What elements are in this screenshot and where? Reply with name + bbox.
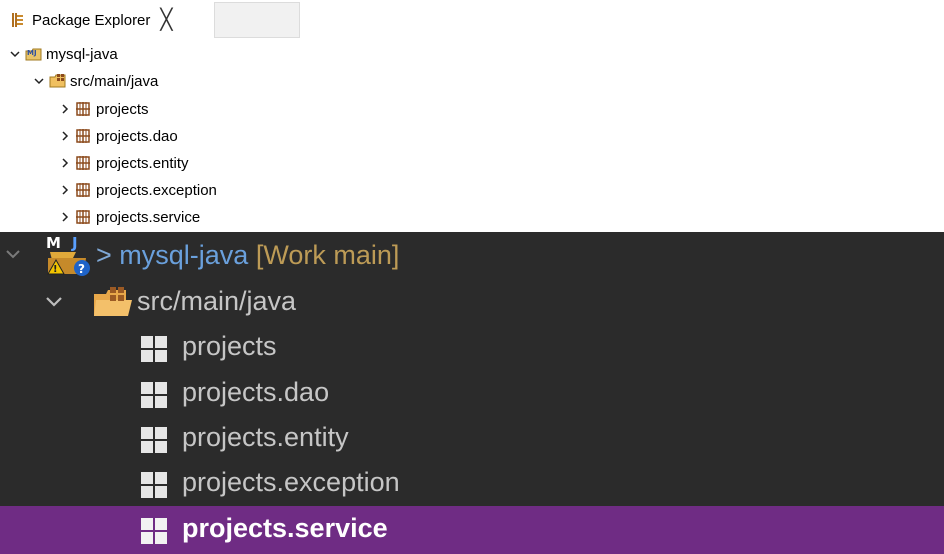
tree-item-package[interactable]: projects — [0, 325, 944, 371]
chevron-right-icon[interactable] — [58, 129, 72, 143]
close-icon[interactable]: ╳ — [160, 10, 172, 30]
tree-item-label: projects — [96, 100, 149, 118]
chevron-right-icon[interactable] — [58, 102, 72, 116]
empty-tab-area — [214, 2, 300, 38]
project-label: mysql-java — [119, 240, 249, 270]
svg-text:!: ! — [53, 264, 58, 275]
java-project-icon: MJ — [25, 46, 42, 62]
package-icon — [75, 209, 91, 225]
tree-item-package[interactable]: projects.dao — [0, 371, 944, 417]
svg-text:MJ: MJ — [27, 49, 37, 57]
chevron-right-icon[interactable] — [58, 183, 72, 197]
tab-label: Package Explorer — [32, 11, 151, 29]
tree-item-package[interactable]: projects.entity — [58, 150, 189, 176]
tree-item-label: projects.dao — [182, 377, 330, 407]
tree-item-package[interactable]: projects — [58, 96, 149, 122]
chevron-down-icon[interactable] — [44, 291, 64, 317]
tree-item-package-selected[interactable]: projects.service — [0, 506, 944, 554]
package-explorer-light: Package Explorer ╳ MJ mysql-java src/mai… — [0, 0, 944, 232]
tree-item-label: projects.entity — [182, 422, 349, 452]
tree-item-package[interactable]: projects.exception — [58, 177, 217, 203]
tab-package-explorer[interactable]: Package Explorer ╳ — [0, 0, 214, 40]
tree-item-source-folder[interactable]: src/main/java — [32, 68, 158, 94]
package-icon — [75, 182, 91, 198]
tree-item-label: projects.service — [96, 208, 201, 226]
tree-item-package[interactable]: projects.service — [58, 204, 200, 230]
tree-item-label: projects.exception — [182, 467, 400, 497]
package-icon — [75, 101, 91, 117]
chevron-down-icon[interactable] — [4, 243, 22, 269]
package-icon — [140, 426, 168, 461]
chevron-right-icon[interactable] — [58, 210, 72, 224]
package-icon — [75, 128, 91, 144]
icon-text: M — [46, 234, 61, 252]
tree-item-label: src/main/java — [70, 72, 159, 90]
tree-item-label: src/main/java — [137, 286, 297, 316]
source-folder-icon — [49, 73, 66, 89]
package-icon — [75, 155, 91, 171]
tree-item-label: projects.entity — [96, 154, 189, 172]
tree-item-label: projects.service — [182, 513, 388, 543]
package-icon — [140, 471, 168, 506]
chevron-down-icon[interactable] — [8, 47, 22, 61]
svg-text:?: ? — [78, 262, 85, 276]
tree-item-label: projects.exception — [96, 181, 217, 199]
view-tab-bar: Package Explorer ╳ — [0, 0, 944, 40]
package-icon — [140, 517, 168, 552]
tree-item-label: projects — [182, 331, 277, 361]
tree-item-label: projects.dao — [96, 127, 178, 145]
tree-item-label: > mysql-java [Work main] — [96, 240, 399, 271]
package-explorer-dark: M J ! ? > mysql-java [Work main] src/mai… — [0, 232, 944, 554]
package-explorer-icon — [10, 12, 26, 28]
svg-text:J: J — [71, 234, 78, 252]
tree-item-project[interactable]: M J ! ? > mysql-java [Work main] — [0, 234, 944, 280]
tree-item-label: mysql-java — [46, 45, 118, 63]
project-prefix: > — [96, 240, 120, 270]
tree-item-package[interactable]: projects.exception — [0, 461, 944, 507]
package-icon — [140, 381, 168, 416]
chevron-down-icon[interactable] — [32, 74, 46, 88]
source-folder-icon — [92, 286, 134, 327]
chevron-right-icon[interactable] — [58, 156, 72, 170]
tree-item-package[interactable]: projects.entity — [0, 416, 944, 462]
tree-item-source-folder[interactable]: src/main/java — [0, 280, 944, 326]
tree-item-package[interactable]: projects.dao — [58, 123, 178, 149]
maven-java-project-warning-icon: M J ! ? — [42, 234, 92, 285]
package-icon — [140, 335, 168, 370]
tree-item-project[interactable]: MJ mysql-java — [8, 41, 118, 67]
project-decorator: [Work main] — [255, 240, 400, 270]
